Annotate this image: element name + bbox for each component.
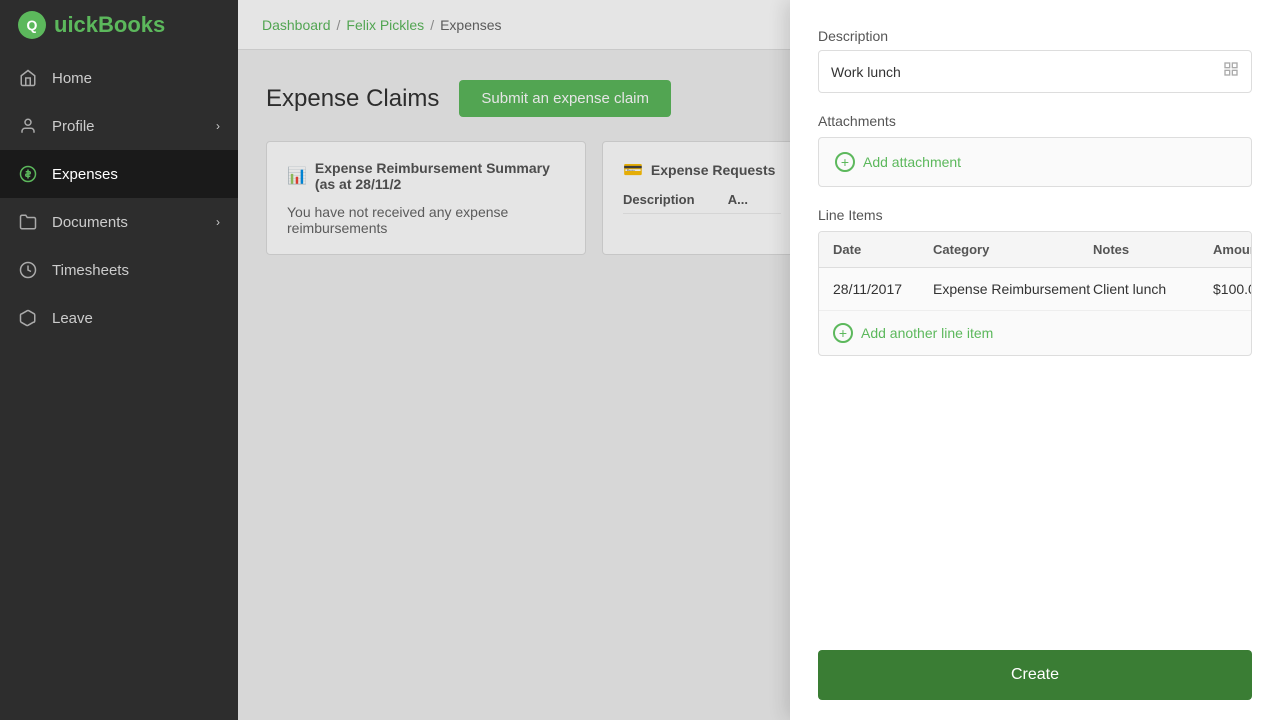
description-label: Description	[818, 28, 1252, 44]
logo-icon: Q	[18, 11, 46, 39]
add-line-item-label: Add another line item	[861, 325, 993, 341]
attachment-box: + Add attachment	[818, 137, 1252, 187]
sidebar-item-timesheets[interactable]: Timesheets	[0, 246, 238, 294]
home-icon	[18, 68, 38, 88]
li-amount: $100.00	[1213, 281, 1252, 297]
sidebar-item-label: Timesheets	[52, 262, 129, 279]
line-items-label: Line Items	[818, 207, 1252, 223]
create-btn-area: Create	[790, 634, 1280, 720]
chevron-right-icon: ›	[216, 119, 220, 133]
sidebar-item-documents[interactable]: Documents ›	[0, 198, 238, 246]
sidebar-item-label: Expenses	[52, 166, 118, 183]
folder-icon	[18, 212, 38, 232]
line-items-section: Line Items Date Category Notes Amount 28…	[818, 207, 1252, 356]
li-notes: Client lunch	[1093, 281, 1213, 297]
attachments-label: Attachments	[818, 113, 1252, 129]
chevron-right-icon: ›	[216, 215, 220, 229]
add-attachment-label: Add attachment	[863, 154, 961, 170]
plus-circle-icon: +	[835, 152, 855, 172]
create-button[interactable]: Create	[818, 650, 1252, 700]
description-group: Description Work lunch	[818, 28, 1252, 93]
logo: Q uickBooks	[0, 0, 238, 50]
description-input-wrapper[interactable]: Work lunch	[818, 50, 1252, 93]
line-item-row: 28/11/2017 Expense Reimbursement Client …	[819, 268, 1251, 311]
overlay-content: Description Work lunch Attachments + Add…	[790, 0, 1280, 634]
add-attachment-button[interactable]: + Add attachment	[835, 152, 1235, 172]
sidebar-item-leave[interactable]: Leave	[0, 294, 238, 342]
dollar-icon	[18, 164, 38, 184]
attachments-section: Attachments + Add attachment	[818, 113, 1252, 187]
sidebar-item-profile[interactable]: Profile ›	[0, 102, 238, 150]
plane-icon	[18, 308, 38, 328]
col-date: Date	[833, 242, 933, 257]
sidebar-item-label: Leave	[52, 310, 93, 327]
sidebar-item-label: Profile	[52, 118, 95, 135]
sidebar-item-home[interactable]: Home	[0, 54, 238, 102]
sidebar-item-label: Documents	[52, 214, 128, 231]
description-value: Work lunch	[831, 64, 901, 80]
add-line-item-button[interactable]: + Add another line item	[819, 311, 1251, 355]
sidebar-item-expenses[interactable]: Expenses	[0, 150, 238, 198]
li-category: Expense Reimbursement	[933, 281, 1093, 297]
overlay-backdrop	[238, 0, 790, 720]
line-items-header: Date Category Notes Amount	[819, 232, 1251, 268]
logo-text: uickBooks	[54, 12, 165, 38]
col-amount: Amount	[1213, 242, 1252, 257]
plus-circle-icon: +	[833, 323, 853, 343]
sidebar-nav: Home Profile › Expenses	[0, 54, 238, 342]
line-items-table: Date Category Notes Amount 28/11/2017 Ex…	[818, 231, 1252, 356]
grid-icon	[1223, 61, 1239, 82]
li-date: 28/11/2017	[833, 281, 933, 297]
sidebar-item-label: Home	[52, 70, 92, 87]
person-icon	[18, 116, 38, 136]
sidebar: Q uickBooks Home Profile ›	[0, 0, 238, 720]
clock-icon	[18, 260, 38, 280]
expense-panel: Description Work lunch Attachments + Add…	[790, 0, 1280, 720]
col-category: Category	[933, 242, 1093, 257]
col-notes: Notes	[1093, 242, 1213, 257]
